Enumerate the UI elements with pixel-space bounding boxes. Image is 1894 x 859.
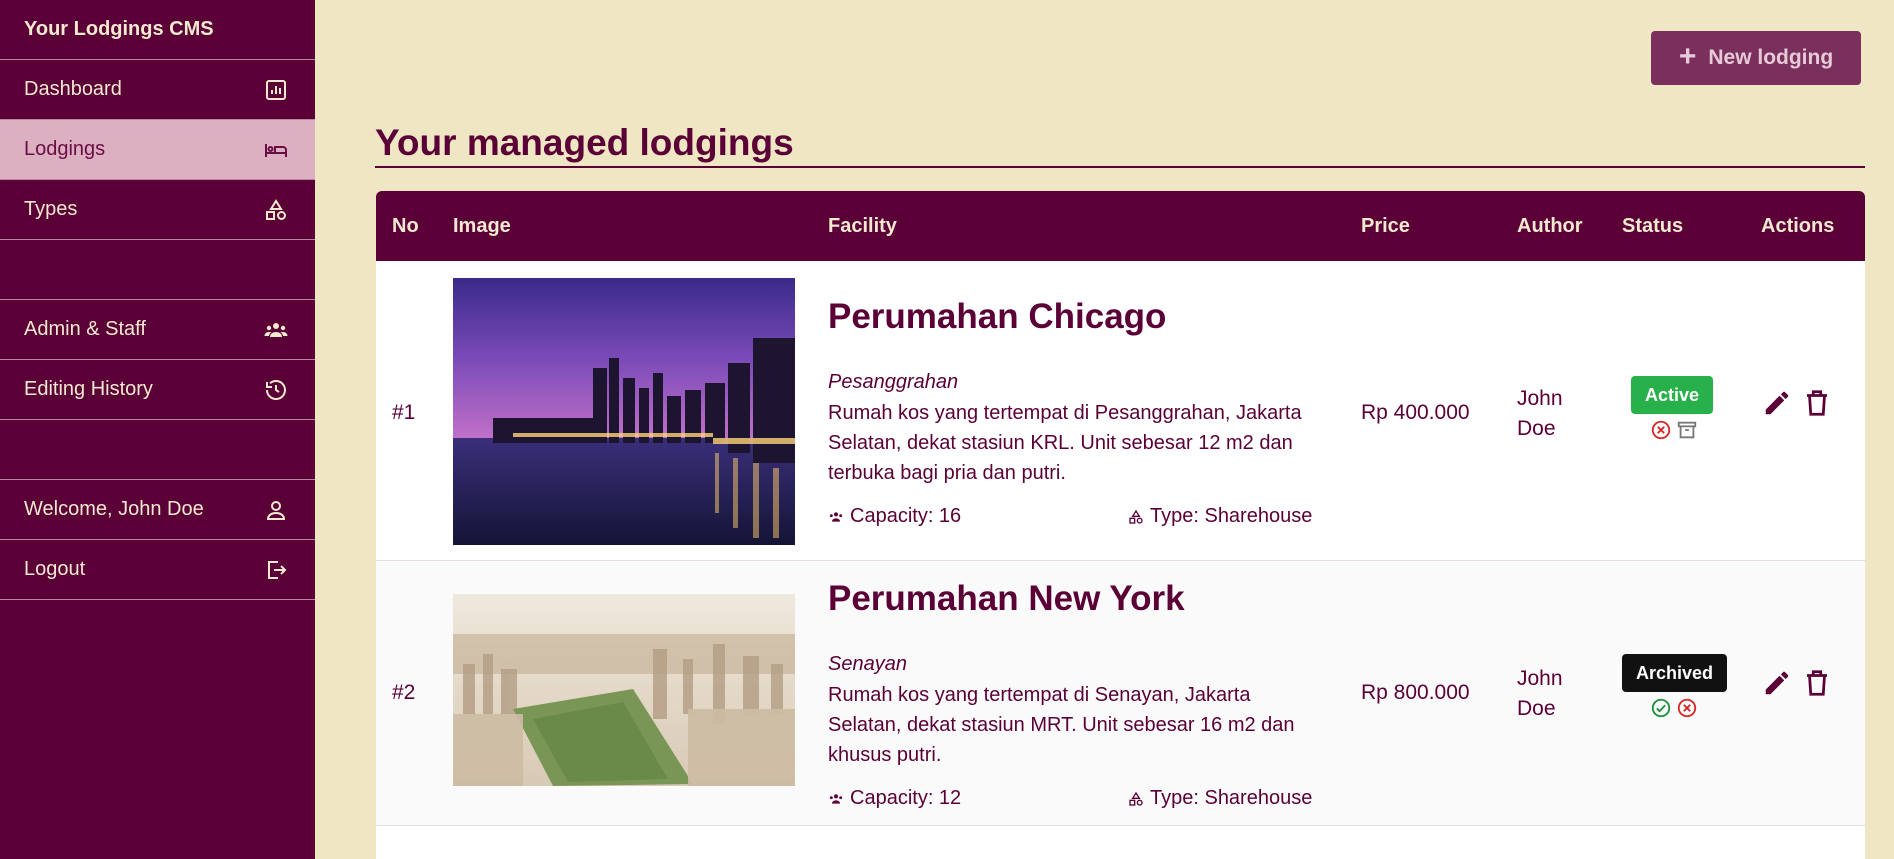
title-divider [375, 166, 1865, 168]
table-row: #1 Perumahan Chicago Pesanggrahan Rumah … [376, 261, 1865, 561]
shapes-icon [1129, 509, 1143, 524]
lodging-location: Senayan [828, 653, 907, 675]
user-icon [263, 497, 289, 523]
sidebar-item-admin-staff[interactable]: Admin & Staff [0, 300, 315, 360]
activate-icon[interactable] [1650, 697, 1672, 719]
page-title: Your managed lodgings [375, 122, 794, 163]
table-header: No Image Facility Price Author Status Ac… [376, 191, 1865, 261]
history-icon [263, 377, 289, 403]
column-header-facility: Facility [828, 214, 897, 237]
price-value: Rp 400.000 [1361, 401, 1470, 424]
capacity-info: Capacity: 16 [828, 505, 961, 528]
lodging-title: Perumahan New York [828, 579, 1185, 618]
sidebar-item-label: Editing History [24, 378, 153, 400]
users-icon [263, 317, 289, 343]
status-badge: Archived [1622, 654, 1728, 692]
lodging-image[interactable] [453, 278, 795, 545]
sidebar-item-dashboard[interactable]: Dashboard [0, 60, 315, 120]
capacity-label: Capacity: 16 [850, 505, 962, 527]
lodging-description: Rumah kos yang tertempat di Pesanggrahan… [828, 402, 1302, 484]
sidebar-spacer [0, 240, 315, 300]
sidebar-item-welcome[interactable]: Welcome, John Doe [0, 480, 315, 540]
capacity-info: Capacity: 12 [828, 787, 961, 810]
type-info: Type: Sharehouse [1128, 505, 1312, 528]
sidebar-item-label: Logout [24, 558, 86, 580]
type-label: Type: Sharehouse [1150, 505, 1313, 527]
chart-icon [263, 77, 289, 103]
sidebar: Your Lodgings CMS Dashboard Lodgings Typ… [0, 0, 315, 859]
delete-icon[interactable] [1802, 668, 1832, 698]
sidebar-item-label: Dashboard [24, 78, 122, 100]
row-number: #1 [392, 401, 416, 424]
status-actions [1650, 697, 1698, 719]
sidebar-item-label: Types [24, 198, 78, 220]
sidebar-item-lodgings[interactable]: Lodgings [0, 120, 315, 180]
status-badge: Active [1631, 376, 1714, 414]
sidebar-spacer [0, 420, 315, 480]
column-header-price: Price [1361, 214, 1410, 237]
row-actions [1762, 668, 1832, 698]
type-info: Type: Sharehouse [1128, 787, 1312, 810]
row-number: #2 [392, 681, 416, 704]
brand-title: Your Lodgings CMS [0, 0, 315, 60]
status-actions [1650, 419, 1698, 441]
shapes-icon [1129, 791, 1143, 806]
plus-icon: + [1678, 39, 1697, 73]
row-actions [1762, 388, 1832, 418]
sidebar-item-label: Lodgings [24, 138, 106, 160]
users-icon [829, 511, 843, 522]
type-label: Type: Sharehouse [1150, 787, 1313, 809]
edit-icon[interactable] [1762, 668, 1792, 698]
edit-icon[interactable] [1762, 388, 1792, 418]
delete-icon[interactable] [1802, 388, 1832, 418]
lodging-image[interactable] [453, 594, 795, 786]
sidebar-item-label: Welcome, John Doe [24, 498, 204, 520]
sidebar-item-label: Admin & Staff [24, 318, 146, 340]
deactivate-icon[interactable] [1676, 697, 1698, 719]
author-name: John Doe [1517, 387, 1563, 440]
new-lodging-label: New lodging [1708, 46, 1834, 69]
column-header-author: Author [1517, 214, 1583, 237]
lodging-description: Rumah kos yang tertempat di Senayan, Jak… [828, 684, 1295, 766]
bed-icon [263, 137, 289, 163]
column-header-status: Status [1622, 214, 1684, 237]
sidebar-item-types[interactable]: Types [0, 180, 315, 240]
table-row: #2 Perumahan New York Senayan Rumah kos … [376, 561, 1865, 826]
price-value: Rp 800.000 [1361, 681, 1470, 704]
new-lodging-button[interactable]: + New lodging [1651, 31, 1861, 85]
column-header-image: Image [453, 214, 511, 237]
column-header-actions: Actions [1761, 214, 1835, 237]
users-icon [829, 793, 843, 804]
lodging-location: Pesanggrahan [828, 371, 959, 393]
table-row [376, 826, 1865, 859]
column-header-no: No [392, 214, 419, 237]
deactivate-icon[interactable] [1650, 419, 1672, 441]
sidebar-item-editing-history[interactable]: Editing History [0, 360, 315, 420]
author-name: John Doe [1517, 667, 1563, 720]
sidebar-item-logout[interactable]: Logout [0, 540, 315, 600]
lodging-title: Perumahan Chicago [828, 297, 1167, 336]
brand-label: Your Lodgings CMS [24, 18, 214, 40]
lodgings-table: No Image Facility Price Author Status Ac… [376, 191, 1865, 859]
shapes-icon [263, 197, 289, 223]
capacity-label: Capacity: 12 [850, 787, 962, 809]
archive-icon[interactable] [1676, 419, 1698, 441]
logout-icon [263, 557, 289, 583]
